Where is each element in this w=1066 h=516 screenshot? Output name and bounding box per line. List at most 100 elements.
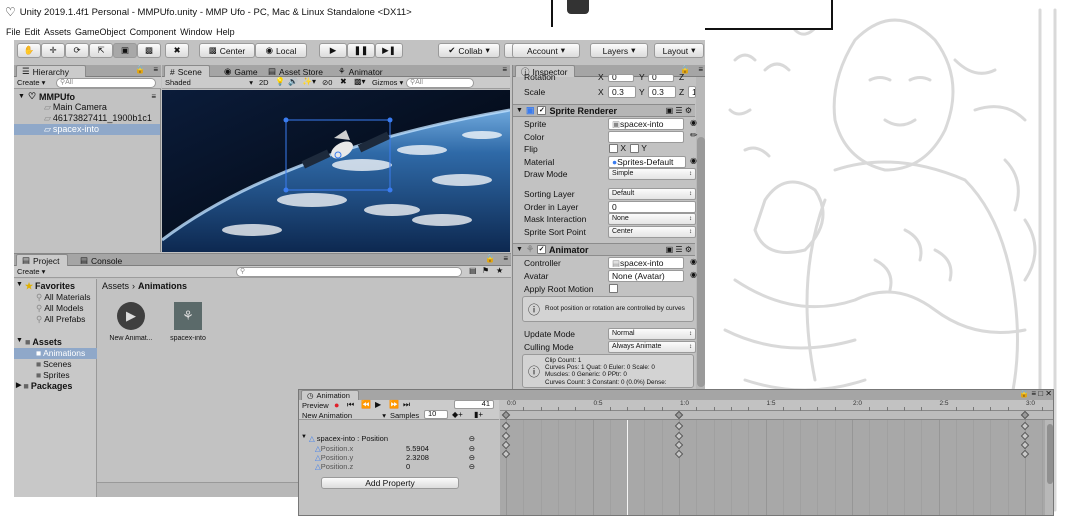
property-row[interactable]: △Position.x 5.5904 ⊖ (315, 444, 497, 453)
scale-tool-button[interactable]: ⇱ (89, 43, 113, 58)
add-keyframe-icon[interactable]: ◆+ (452, 410, 463, 419)
hand-tool-button[interactable]: ✋ (17, 43, 41, 58)
rotate-tool-button[interactable]: ⟳ (65, 43, 89, 58)
property-row[interactable]: △Position.y 2.3208 ⊖ (315, 453, 497, 462)
property-group-row[interactable]: ▼ △ spacex-into : Position ⊖ (301, 434, 497, 443)
light-icon[interactable]: 💡 (275, 77, 285, 86)
breadcrumb-current[interactable]: Animations (138, 281, 187, 291)
expand-arrow-icon[interactable]: ▼ (516, 107, 523, 114)
avatar-field[interactable]: None (Avatar) (608, 270, 684, 282)
tab-project[interactable]: ▤ Project (16, 254, 68, 266)
curve-toggle-icon[interactable]: ⊖ (469, 434, 475, 443)
menu-help[interactable]: Help (216, 27, 235, 39)
packages-row[interactable]: ▶ ■ Packages (16, 381, 72, 391)
dialog-button[interactable] (567, 0, 589, 14)
pause-button[interactable]: ❚❚ (347, 43, 375, 58)
rotation-x-field[interactable]: 0 (608, 74, 634, 82)
last-key-button[interactable]: ⏭ (403, 400, 410, 410)
record-button[interactable]: ● (334, 400, 339, 410)
mode-2d-toggle[interactable]: 2D (259, 78, 269, 87)
scene-viewport[interactable] (162, 90, 510, 252)
hidden-objects-toggle[interactable]: ⊘0 (322, 78, 332, 87)
menu-icon[interactable]: ≡ (151, 92, 156, 101)
order-in-layer-field[interactable]: 0 (608, 201, 696, 213)
project-create-button[interactable]: Create ▾ (17, 267, 45, 276)
step-button[interactable]: ▶❚ (375, 43, 403, 58)
curve-toggle-icon[interactable]: ⊖ (469, 453, 475, 462)
menu-window[interactable]: Window (180, 27, 212, 39)
menu-assets[interactable]: Assets (44, 27, 71, 39)
asset-tile[interactable]: ⚘ spacex-into (166, 302, 210, 342)
keyframe[interactable] (674, 440, 684, 450)
menu-gameobject[interactable]: GameObject (75, 27, 126, 39)
asset-folder[interactable]: ■ Scenes (36, 359, 72, 369)
layout-button[interactable]: Layout ▾ (654, 43, 704, 58)
tab-game[interactable]: ◉ Game (218, 65, 264, 77)
timeline[interactable]: 0:00:51:01:52:02:53:03:54:04:55:05:56:0 (500, 400, 1053, 515)
tab-asset-store[interactable]: ▤ Asset Store (262, 65, 329, 77)
keyframe[interactable] (1020, 421, 1030, 431)
prev-key-button[interactable]: ⏪ (361, 400, 371, 409)
hierarchy-item[interactable]: ▱ 46173827411_1900b1c1 (44, 113, 160, 124)
curve-toggle-icon[interactable]: ⊖ (469, 462, 475, 471)
tab-scene[interactable]: # Scene (164, 65, 210, 77)
flip-y-checkbox[interactable]: Y (630, 143, 647, 154)
timeline-playhead[interactable] (627, 420, 629, 515)
first-key-button[interactable]: ⏮ (347, 400, 354, 410)
rotation-y-field[interactable]: 0 (648, 74, 674, 82)
hierarchy-scene-row[interactable]: ▼ ♡ MMPUfo ≡ (18, 91, 158, 102)
asset-folder-selected[interactable]: ■ Animations (14, 348, 97, 359)
hierarchy-create-button[interactable]: Create ▾ (17, 78, 45, 87)
project-search-input[interactable]: ⚲ (236, 267, 462, 277)
summary-keyframe[interactable] (501, 410, 511, 420)
assets-root-row[interactable]: ▼ ■ Assets (16, 337, 62, 347)
hierarchy-item-selected[interactable]: ▱ spacex-into (14, 124, 160, 135)
menu-edit[interactable]: Edit (25, 27, 41, 39)
keyframe[interactable] (1020, 440, 1030, 450)
pivot-local-button[interactable]: ◉ Local (255, 43, 307, 58)
apply-root-motion-checkbox[interactable] (609, 284, 618, 293)
layers-button[interactable]: Layers ▾ (590, 43, 648, 58)
property-row[interactable]: △Position.z 0 ⊖ (315, 462, 497, 471)
object-picker-icon[interactable]: ◉ (690, 156, 697, 165)
favorite-star-icon[interactable]: ★ (496, 266, 503, 275)
timeline-ruler[interactable]: 0:00:51:01:52:02:53:03:54:04:55:05:56:0 (500, 400, 1053, 411)
object-picker-icon[interactable]: ◉ (690, 257, 697, 266)
scale-y-field[interactable]: 0.3 (648, 86, 676, 98)
tab-animation[interactable]: ◷ Animation (301, 390, 359, 400)
summary-keyframe[interactable] (674, 410, 684, 420)
component-icons[interactable]: ▣ ☰ ⚙ (666, 245, 692, 254)
component-icons[interactable]: ▣ ☰ ⚙ (666, 106, 692, 115)
flip-x-checkbox[interactable]: X (609, 143, 626, 154)
sprite-renderer-header[interactable]: ▼ ▣ ✓ Sprite Renderer ▣ ☰ ⚙ (513, 104, 695, 117)
menu-icon[interactable]: ≡ (502, 65, 507, 74)
lock-icon[interactable]: 🔒 (680, 65, 690, 74)
animator-enabled-checkbox[interactable]: ✓ (537, 245, 547, 254)
material-field[interactable]: ●Sprites-Default (608, 156, 686, 168)
samples-field[interactable]: 10 (424, 410, 448, 419)
sprite-field[interactable]: ▣spacex-into (608, 118, 684, 130)
keyframe[interactable] (1020, 449, 1030, 459)
menu-file[interactable]: File (6, 27, 21, 39)
lock-icon[interactable]: 🔒 (485, 254, 495, 263)
timeline-scrollbar[interactable] (1045, 420, 1053, 515)
tab-hierarchy[interactable]: ☰ Hierarchy (16, 65, 86, 77)
tab-animator[interactable]: ⚘ Animator (332, 65, 389, 77)
culling-mode-dropdown[interactable]: Always Animate (608, 341, 696, 353)
keyframe[interactable] (674, 421, 684, 431)
expand-arrow-icon[interactable]: ▼ (18, 93, 25, 100)
update-mode-dropdown[interactable]: Normal (608, 328, 696, 340)
tab-console[interactable]: ▤ Console (74, 254, 128, 266)
curve-toggle-icon[interactable]: ⊖ (469, 444, 475, 453)
keyframe[interactable] (1020, 431, 1030, 441)
menu-component[interactable]: Component (130, 27, 177, 39)
hierarchy-search-input[interactable]: ⚲All (56, 78, 156, 88)
sprite-renderer-enabled-checkbox[interactable]: ✓ (537, 106, 547, 115)
clip-dropdown[interactable]: New Animation ▾ (302, 411, 386, 420)
summary-keyframe[interactable] (1020, 410, 1030, 420)
keyframe[interactable] (674, 449, 684, 459)
color-field[interactable] (608, 131, 684, 143)
filter-type-icon[interactable]: ▤ (469, 266, 477, 275)
gizmos-dropdown[interactable]: Gizmos ▾ (372, 78, 403, 87)
keyframe[interactable] (501, 449, 511, 459)
